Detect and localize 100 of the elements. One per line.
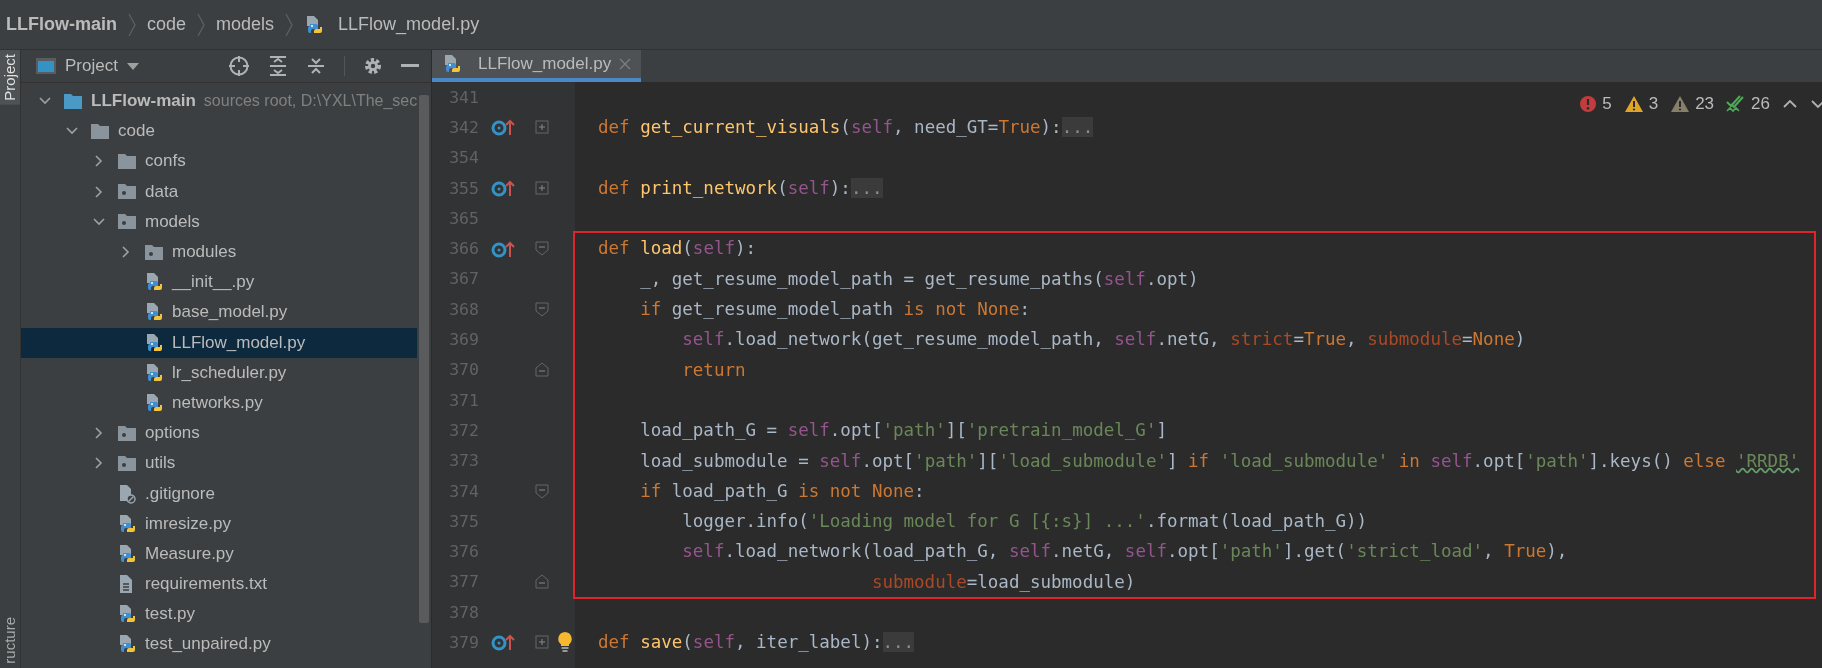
tree-item[interactable]: networks.py: [21, 387, 418, 419]
code-line: def save(self, iter_label):...: [597, 631, 916, 655]
scrollbar-thumb[interactable]: [419, 95, 430, 623]
expand-all-icon[interactable]: [268, 56, 288, 76]
tree-item-detail: sources root, D:\YXL\The_sec: [203, 92, 418, 111]
package-folder-icon: [144, 243, 164, 261]
package-folder-icon: [117, 183, 137, 201]
chevron-up-icon[interactable]: [1782, 99, 1798, 109]
minimize-icon[interactable]: [401, 64, 419, 68]
tree-item[interactable]: test_unpaired.py: [21, 629, 418, 660]
code-line: if get_resume_model_path is not None:: [639, 298, 1031, 322]
caret-icon: [125, 61, 140, 71]
python-file-icon: [144, 362, 164, 383]
code-line: load_submodule = self.opt['path']['load_submodule'] if 'load_submodule' in self.opt['path'].keys() else 'RRDB': [639, 449, 1801, 473]
tree-item-label: base_model.py: [172, 302, 288, 323]
code-line: if load_path_G is not None:: [639, 479, 926, 503]
editor-tab[interactable]: LLFlow_model.py: [432, 50, 642, 82]
tree-item-label: data: [145, 181, 179, 202]
warning-icon: [1670, 95, 1691, 113]
collapse-all-icon[interactable]: [306, 56, 326, 76]
tree-item[interactable]: LLFlow_model.py: [21, 327, 418, 358]
code-line: def get_current_visuals(self, need_GT=True):...: [597, 116, 1095, 140]
tool-window-tab[interactable]: Project: [0, 50, 20, 105]
code-line: self.load_network(get_resume_model_path, self.netG, strict=True, submodule=None): [681, 328, 1527, 352]
tree-item-label: test_unpaired.py: [145, 634, 271, 655]
tree-item-label: LLFlow-main: [91, 91, 196, 112]
tree-item-label: models: [145, 211, 200, 232]
tree-item-label: utils: [145, 453, 176, 474]
tree-item[interactable]: models: [21, 206, 418, 237]
tree-item-label: requirements.txt: [145, 574, 267, 595]
python-file-icon: [442, 54, 462, 74]
tree-item[interactable]: modules: [21, 236, 418, 268]
breadcrumb-item[interactable]: code: [147, 14, 187, 35]
chevron-right-icon: [196, 11, 207, 38]
breadcrumb-item[interactable]: LLFlow_model.py: [304, 14, 480, 35]
tree-item-label: __init__.py: [172, 272, 255, 293]
tree-item[interactable]: code: [21, 116, 418, 147]
folder-icon: [63, 92, 83, 110]
override-icon[interactable]: [491, 178, 517, 199]
package-folder-icon: [117, 213, 137, 231]
code-line: return: [681, 358, 747, 382]
locate-icon[interactable]: [228, 55, 250, 77]
tree-item-label: imresize.py: [145, 513, 231, 534]
typo-check-icon: [1726, 95, 1747, 113]
python-file-icon: [304, 14, 325, 35]
chevron-right-icon: [284, 11, 295, 38]
chevron-right-icon: [127, 11, 137, 38]
inspection-counter[interactable]: 26: [1726, 94, 1770, 114]
folder-icon: [117, 152, 137, 170]
warning-icon: [1623, 95, 1644, 113]
folder-icon: [90, 122, 110, 140]
override-icon[interactable]: [491, 632, 517, 653]
inspection-counter[interactable]: 23: [1670, 94, 1715, 114]
tree-item-label: modules: [172, 242, 237, 263]
python-file-icon: [117, 543, 137, 564]
ignored-file-icon: [117, 483, 137, 504]
project-view-dropdown[interactable]: Project: [35, 56, 140, 76]
breadcrumb-item[interactable]: models: [216, 14, 275, 35]
python-file-icon: [117, 513, 137, 534]
package-folder-icon: [117, 454, 137, 472]
tree-item-label: LLFlow_model.py: [172, 332, 306, 353]
python-file-icon: [144, 332, 164, 353]
tree-item-label: .gitignore: [145, 483, 215, 504]
python-file-icon: [144, 272, 164, 293]
override-icon[interactable]: [491, 117, 517, 138]
tree-item-label: Measure.py: [145, 543, 234, 564]
tree-item[interactable]: __init__.py: [21, 267, 418, 298]
python-file-icon: [117, 604, 137, 625]
chevron-down-icon[interactable]: [1810, 99, 1822, 109]
error-icon: [1579, 95, 1598, 113]
tree-item[interactable]: data: [21, 176, 418, 207]
code-line: _, get_resume_model_path = get_resume_paths(self.opt): [639, 267, 1200, 291]
tree-item-label: options: [145, 423, 200, 444]
tree-item[interactable]: requirements.txt: [21, 569, 418, 600]
settings-icon[interactable]: [363, 56, 383, 76]
tree-item-label: code: [118, 121, 155, 142]
tree-item[interactable]: base_model.py: [21, 297, 418, 328]
python-file-icon: [117, 634, 137, 655]
tree-item[interactable]: .gitignore: [21, 478, 418, 509]
package-folder-icon: [117, 424, 137, 442]
tree-item[interactable]: utils: [21, 448, 418, 479]
tool-window-tab[interactable]: ructure: [0, 613, 20, 668]
tree-item-label: test.py: [145, 604, 196, 625]
code-line: self.load_network(load_path_G, self.netG, self.opt['path'].get('strict_load', True),: [681, 540, 1569, 564]
lightbulb-icon[interactable]: [557, 631, 573, 654]
code-line: load_path_G = self.opt['path']['pretrain_model_G']: [639, 419, 1168, 443]
breadcrumb-item[interactable]: LLFlow-main: [6, 14, 117, 35]
inspection-counter[interactable]: 3: [1623, 94, 1659, 114]
tree-item[interactable]: Measure.py: [21, 538, 418, 569]
inspection-counter[interactable]: 5: [1579, 94, 1612, 114]
tree-item[interactable]: LLFlow-main sources root, D:\YXL\The_sec: [21, 86, 418, 117]
python-file-icon: [144, 302, 164, 323]
tree-item[interactable]: lr_scheduler.py: [21, 357, 418, 388]
tree-item[interactable]: options: [21, 418, 418, 449]
tree-item[interactable]: test.py: [21, 599, 418, 630]
code-line: def print_network(self):...: [597, 176, 884, 200]
python-file-icon: [144, 392, 164, 413]
tree-item[interactable]: imresize.py: [21, 508, 418, 539]
tree-item[interactable]: confs: [21, 146, 418, 177]
tree-item-label: confs: [145, 151, 186, 172]
